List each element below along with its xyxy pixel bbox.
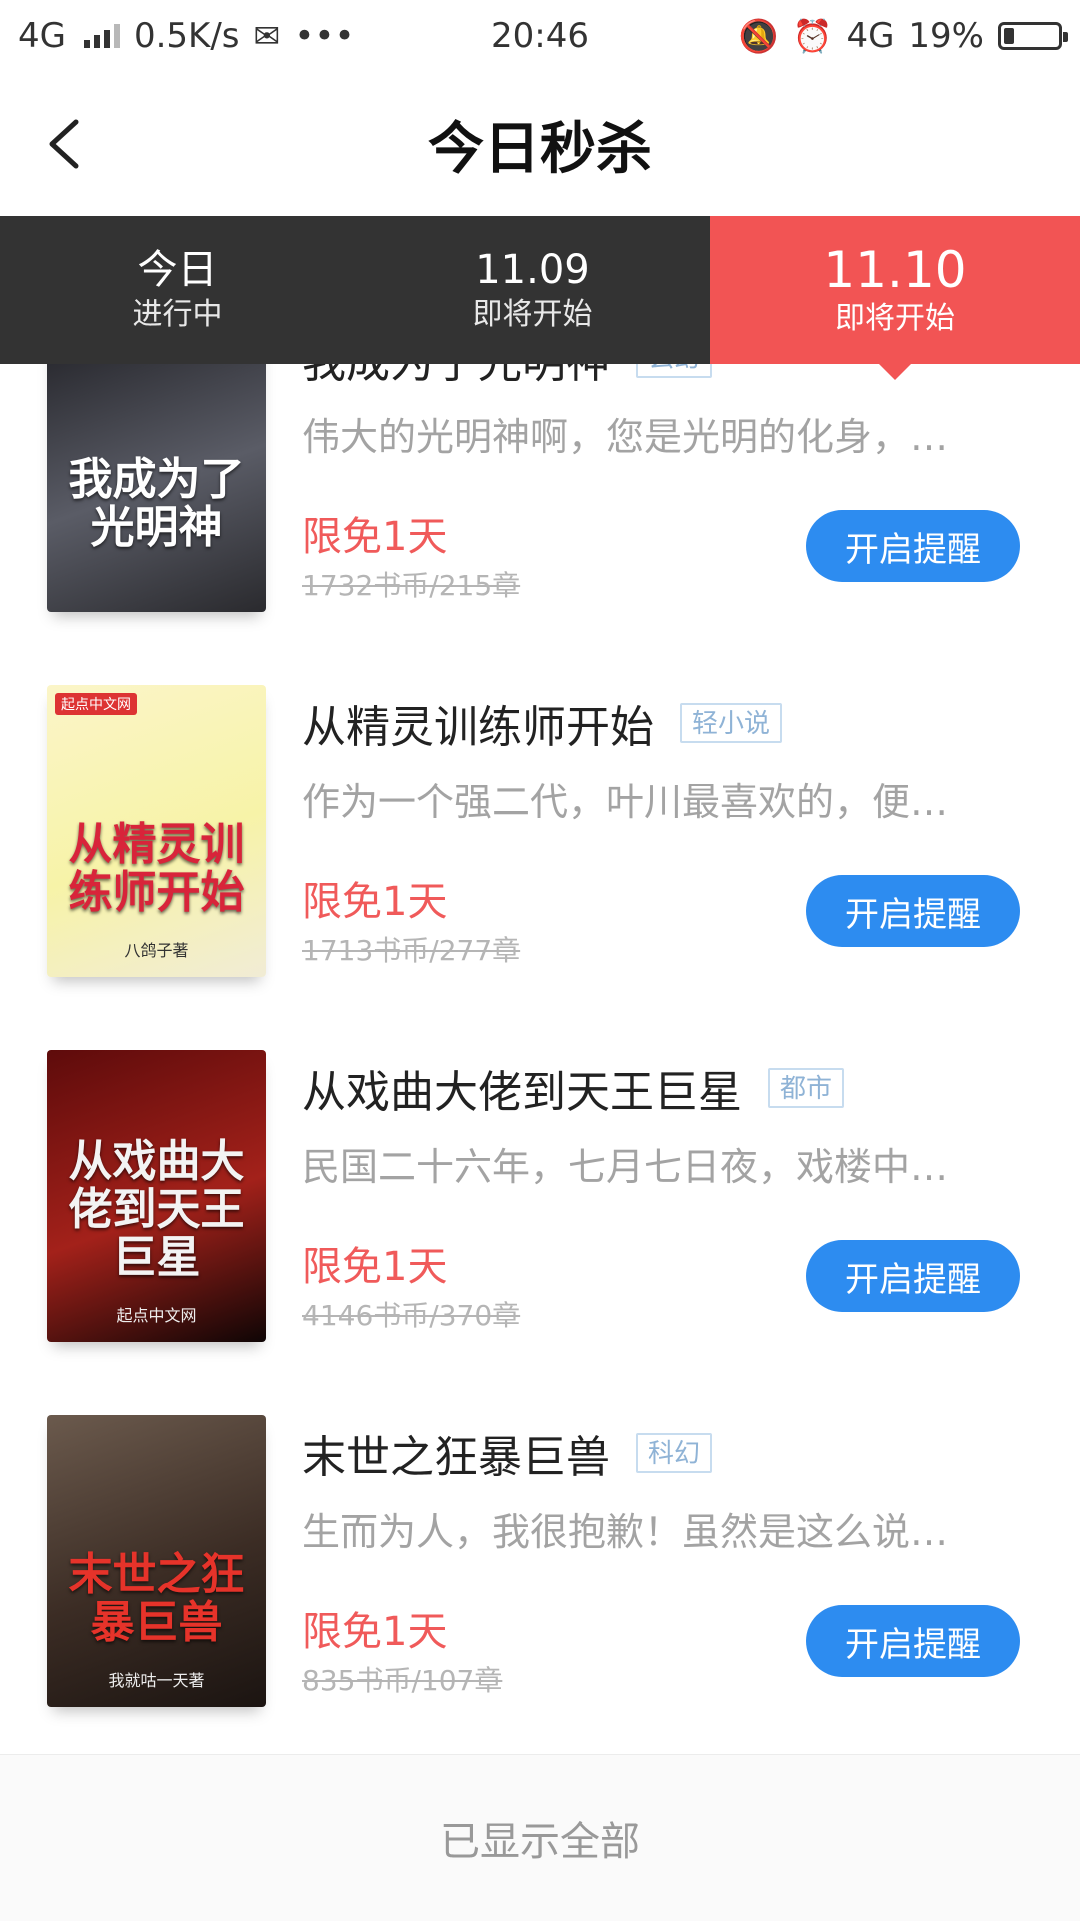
book-item[interactable]: 起点中文网 从精灵训练师开始 八鸽子著 从精灵训练师开始 轻小说 作为一个强二代，叶川最喜… <box>0 685 1080 1050</box>
book-cover[interactable]: 起点中文网从精灵训练师开始八鸽子著 <box>47 685 266 977</box>
tab-label: 11.09 <box>475 247 590 293</box>
book-cover[interactable]: 从戏曲大佬到天王巨星起点中文网 <box>47 1050 266 1342</box>
book-cover[interactable]: 末世之狂暴巨兽我就咕一天著 <box>47 1415 266 1707</box>
original-price: 835书币/107章 <box>302 1664 503 1697</box>
original-price: 1713书币/277章 <box>302 934 521 967</box>
network-label: 4G <box>18 16 66 56</box>
message-icon: ✉ <box>253 17 281 55</box>
original-price: 4146书币/370章 <box>302 1299 521 1332</box>
cover-title-art: 从精灵训练师开始 <box>68 819 245 918</box>
book-title-row[interactable]: 末世之狂暴巨兽 科幻 <box>302 1421 713 1485</box>
book-description: 民国二十六年，七月七日夜，戏楼中… <box>302 1145 949 1189</box>
tab-label: 11.10 <box>823 241 967 299</box>
signal-icon <box>83 24 120 48</box>
book-title: 从戏曲大佬到天王巨星 <box>302 1067 742 1118</box>
cover-author: 起点中文网 <box>116 1306 197 1325</box>
promo-label: 限免1天 <box>302 1609 448 1655</box>
alarm-icon: ⏰ <box>792 17 833 55</box>
book-item[interactable]: 末世之狂暴巨兽 我就咕一天著 末世之狂暴巨兽 科幻 生而为人，我很抱歉！虽然是这么说… 限… <box>0 1415 1080 1754</box>
genre-tag: 玄幻 <box>636 364 713 378</box>
status-left: 4G 0.5K/s ✉ ••• <box>18 16 355 56</box>
battery-icon <box>998 22 1068 50</box>
more-icon: ••• <box>294 16 355 56</box>
book-cover[interactable]: 我成为了光明神 <box>47 364 266 612</box>
cover-author: 八鸽子著 <box>124 941 189 960</box>
remind-button[interactable]: 开启提醒 <box>806 1605 1020 1677</box>
original-price: 1732书币/215章 <box>302 569 521 602</box>
network-right-label: 4G <box>846 16 895 56</box>
book-list[interactable]: 我成为了光明神我成为了光明神玄幻伟大的光明神啊，您是光明的化身，…限免1天173… <box>0 364 1080 1754</box>
promo-label: 限免1天 <box>302 879 448 925</box>
book-title-row[interactable]: 从精灵训练师开始 轻小说 <box>302 691 783 755</box>
header: 今日秒杀 <box>0 72 1080 216</box>
tab-status: 进行中 <box>132 297 223 332</box>
battery-percent: 19% <box>908 16 984 56</box>
promo-label: 限免1天 <box>302 1244 448 1290</box>
genre-tag: 轻小说 <box>680 703 783 743</box>
remind-button[interactable]: 开启提醒 <box>806 875 1020 947</box>
tab-date-1[interactable]: 11.09 即将开始 <box>355 216 710 364</box>
page-title: 今日秒杀 <box>428 115 652 182</box>
book-title: 从精灵训练师开始 <box>302 702 654 753</box>
book-title-row[interactable]: 从戏曲大佬到天王巨星 都市 <box>302 1056 845 1120</box>
cover-title-art: 从戏曲大佬到天王巨星 <box>68 1136 245 1283</box>
mute-icon: 🔕 <box>738 17 779 55</box>
book-item[interactable]: 我成为了光明神我成为了光明神玄幻伟大的光明神啊，您是光明的化身，…限免1天173… <box>0 364 1080 685</box>
tab-label: 今日 <box>137 247 218 293</box>
remind-button[interactable]: 开启提醒 <box>806 510 1020 582</box>
back-icon[interactable] <box>40 116 96 172</box>
book-title-row[interactable]: 我成为了光明神 玄幻 <box>302 364 713 390</box>
status-right: 🔕 ⏰ 4G 19% <box>738 16 1068 56</box>
status-bar: 4G 0.5K/s ✉ ••• 20:46 🔕 ⏰ 4G 19% <box>0 0 1080 72</box>
list-end-notice: 已显示全部 <box>0 1754 1080 1921</box>
cover-title-art: 末世之狂暴巨兽 <box>68 1549 245 1648</box>
tab-date-2[interactable]: 11.10 即将开始 <box>710 216 1080 380</box>
network-speed: 0.5K/s <box>133 16 240 56</box>
genre-tag: 科幻 <box>636 1433 713 1473</box>
book-item[interactable]: 从戏曲大佬到天王巨星 起点中文网 从戏曲大佬到天王巨星 都市 民国二十六年，七月七日夜，… <box>0 1050 1080 1415</box>
book-title: 我成为了光明神 <box>302 364 610 390</box>
tab-status: 即将开始 <box>472 297 593 332</box>
cover-brand: 起点中文网 <box>55 693 137 715</box>
genre-tag: 都市 <box>768 1068 845 1108</box>
book-description: 生而为人，我很抱歉！虽然是这么说… <box>302 1510 949 1554</box>
date-tabs: 今日 进行中 11.09 即将开始 11.10 即将开始 <box>0 216 1080 380</box>
cover-title-art: 我成为了光明神 <box>68 454 245 553</box>
promo-label: 限免1天 <box>302 514 448 560</box>
tab-date-0[interactable]: 今日 进行中 <box>0 216 355 364</box>
book-description: 伟大的光明神啊，您是光明的化身，… <box>302 415 949 459</box>
book-title: 末世之狂暴巨兽 <box>302 1432 610 1483</box>
remind-button[interactable]: 开启提醒 <box>806 1240 1020 1312</box>
cover-author: 我就咕一天著 <box>108 1671 205 1690</box>
book-description: 作为一个强二代，叶川最喜欢的，便… <box>302 780 949 824</box>
tab-status: 即将开始 <box>835 301 955 336</box>
